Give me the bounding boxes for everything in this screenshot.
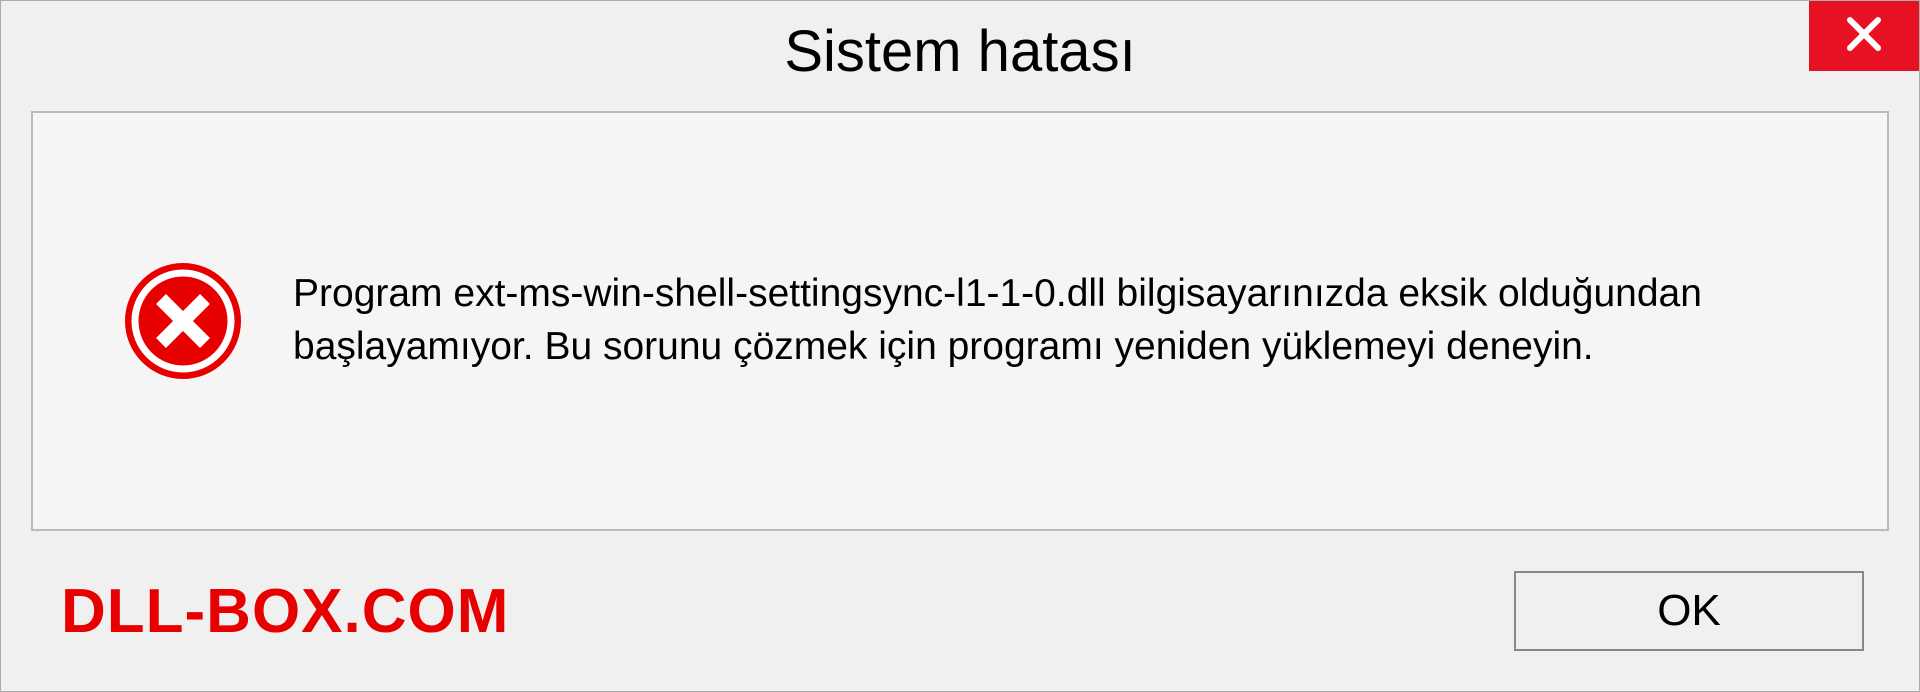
system-error-dialog: Sistem hatası Program ext-ms-win-shell-s…: [0, 0, 1920, 692]
close-button[interactable]: [1809, 1, 1919, 71]
error-message: Program ext-ms-win-shell-settingsync-l1-…: [293, 268, 1827, 373]
dialog-title: Sistem hatası: [784, 18, 1135, 85]
close-icon: [1844, 14, 1884, 59]
title-bar: Sistem hatası: [1, 1, 1919, 101]
content-panel: Program ext-ms-win-shell-settingsync-l1-…: [31, 111, 1889, 531]
ok-button[interactable]: OK: [1514, 571, 1864, 651]
error-icon: [123, 261, 243, 381]
watermark-text: DLL-BOX.COM: [61, 576, 509, 647]
dialog-footer: DLL-BOX.COM OK: [1, 551, 1919, 691]
